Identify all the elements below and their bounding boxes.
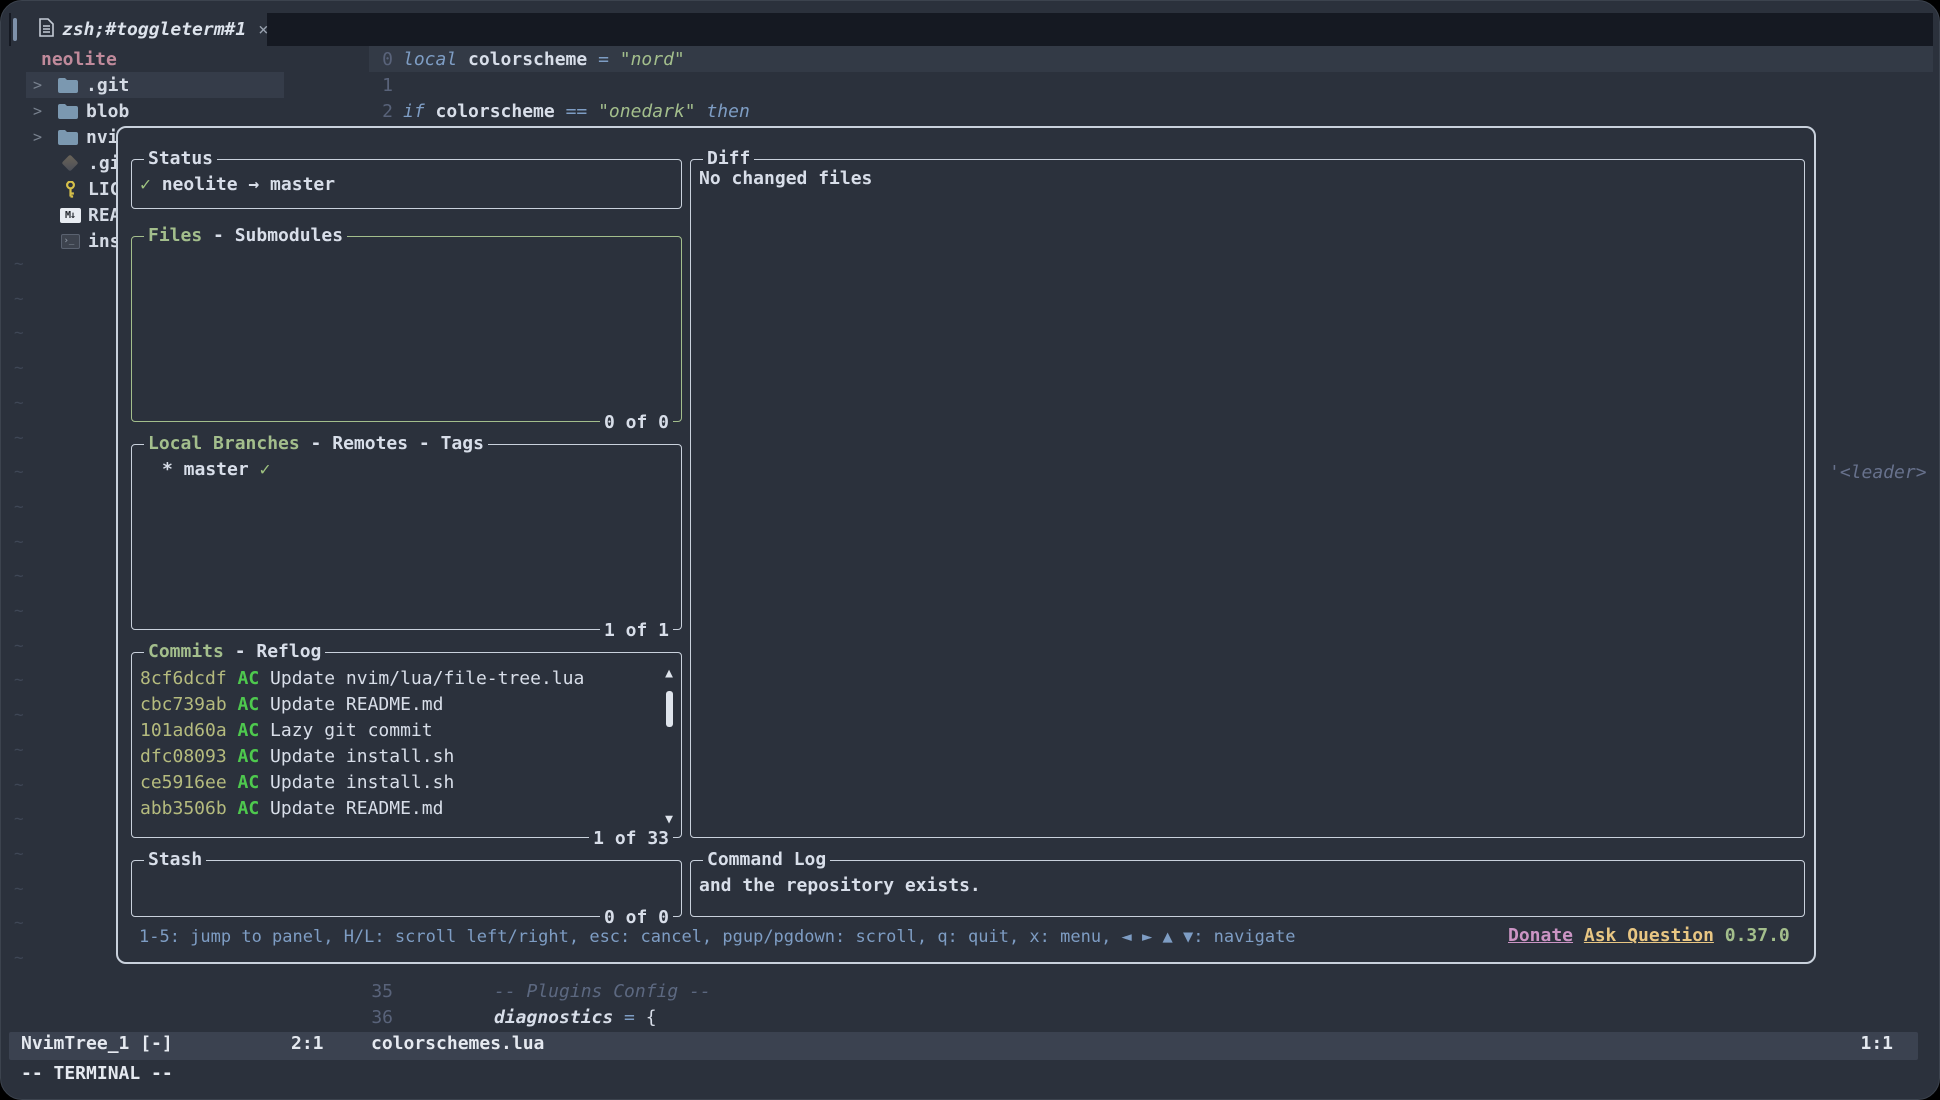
tree-item-git-folder[interactable]: > .git — [26, 72, 284, 98]
scrollbar-thumb[interactable] — [666, 691, 673, 727]
donate-link[interactable]: Donate — [1508, 925, 1573, 946]
statusline-position: 2:1 — [291, 1033, 324, 1054]
tree-item-label: .git — [86, 75, 129, 96]
commit-row[interactable]: 101ad60aACLazy git commit — [140, 717, 584, 743]
git-icon — [59, 157, 81, 169]
folder-icon — [57, 130, 79, 145]
tab-toggleterm[interactable]: zsh;#toggleterm#1 × — [11, 13, 267, 46]
scroll-down-icon[interactable]: ▼ — [661, 812, 677, 827]
chevron-right-icon[interactable]: > — [33, 102, 47, 120]
code-line[interactable]: 2 if colorscheme == "onedark" then — [341, 98, 761, 124]
tree-item-label: blob — [86, 101, 129, 122]
scroll-up-icon[interactable]: ▲ — [661, 666, 677, 681]
status-row[interactable]: ✓ neolite → master — [140, 174, 335, 195]
statusline: NvimTree_1 [-] 2:1 colorschemes.lua 1:1 — [9, 1032, 1918, 1060]
diff-content: No changed files — [699, 168, 872, 189]
statusline-buffer: NvimTree_1 [-] — [21, 1033, 173, 1054]
lazygit-command-log-panel[interactable]: Command Log and the repository exists. — [690, 860, 1805, 917]
command-log-panel-title: Command Log — [703, 849, 830, 870]
command-log-content: and the repository exists. — [699, 875, 981, 896]
commit-row[interactable]: 8cf6dcdfACUpdate nvim/lua/file-tree.lua — [140, 665, 584, 691]
lazygit-status-panel[interactable]: Status ✓ neolite → master — [131, 159, 682, 209]
tab-close-icon[interactable]: × — [258, 20, 268, 40]
stash-panel-title: Stash — [144, 849, 206, 870]
tree-root[interactable]: neolite — [26, 46, 284, 72]
commit-row[interactable]: cbc739abACUpdate README.md — [140, 691, 584, 717]
ask-question-link[interactable]: Ask Question — [1584, 925, 1714, 946]
line-number: 2 — [341, 101, 393, 122]
commits-panel-title: Commits - Reflog — [144, 641, 325, 662]
commit-row[interactable]: abb3506bACUpdate README.md — [140, 795, 584, 821]
code-line[interactable]: 36 diagnostics = { — [341, 1004, 667, 1030]
chevron-right-icon[interactable]: > — [33, 76, 47, 94]
branches-panel-title: Local Branches - Remotes - Tags — [144, 433, 488, 454]
lazygit-links: Donate Ask Question 0.37.0 — [1508, 925, 1808, 946]
empty-buffer-tildes: ~ ~ ~ ~ ~ ~ ~ ~ ~ ~ ~ ~ ~ ~ ~ ~ ~ ~ ~ ~ … — [14, 247, 24, 976]
tree-item-blob-folder[interactable]: > blob — [26, 98, 284, 124]
mode-indicator: -- TERMINAL -- — [21, 1063, 173, 1084]
files-panel-count: 0 of 0 — [600, 412, 673, 433]
line-number: 35 — [341, 981, 393, 1002]
terminal-icon: ›_ — [59, 234, 81, 249]
commits-panel-count: 1 of 33 — [589, 828, 673, 849]
commit-list: 8cf6dcdfACUpdate nvim/lua/file-tree.lua … — [140, 665, 584, 821]
keybindings-hint: 1-5: jump to panel, H/L: scroll left/rig… — [139, 927, 1296, 947]
markdown-icon: M↓ — [59, 208, 81, 223]
code-line[interactable]: 1 — [341, 72, 393, 98]
statusline-cursor: 1:1 — [1860, 1033, 1893, 1054]
statusline-filename: colorschemes.lua — [371, 1033, 544, 1054]
check-icon: ✓ — [140, 174, 151, 195]
tab-title: zsh;#toggleterm#1 — [62, 19, 246, 40]
lazygit-commits-panel[interactable]: Commits - Reflog 8cf6dcdfACUpdate nvim/l… — [131, 652, 682, 838]
key-icon — [59, 181, 81, 198]
diff-panel-title: Diff — [703, 148, 754, 169]
code-line[interactable]: 35 -- Plugins Config -- — [341, 978, 722, 1004]
lazygit-stash-panel[interactable]: Stash 0 of 0 — [131, 860, 682, 917]
lazygit-version: 0.37.0 — [1725, 925, 1790, 946]
lazygit-files-panel[interactable]: Files - Submodules 0 of 0 — [131, 236, 682, 422]
commit-row[interactable]: dfc08093ACUpdate install.sh — [140, 743, 584, 769]
lazygit-branches-panel[interactable]: Local Branches - Remotes - Tags * master… — [131, 444, 682, 630]
chevron-right-icon[interactable]: > — [33, 128, 47, 146]
tab-accent-bar — [13, 18, 17, 41]
file-icon — [39, 18, 54, 42]
branch-row[interactable]: * master ✓ — [162, 459, 270, 480]
branches-panel-count: 1 of 1 — [600, 620, 673, 641]
commit-row[interactable]: ce5916eeACUpdate install.sh — [140, 769, 584, 795]
leader-pending-hint: '<leader> — [1829, 462, 1927, 483]
lazygit-float: Status ✓ neolite → master Files - Submod… — [116, 126, 1816, 964]
status-panel-title: Status — [144, 148, 217, 169]
stash-panel-count: 0 of 0 — [600, 907, 673, 928]
folder-icon — [57, 104, 79, 119]
tabline — [9, 13, 1933, 46]
terminal-window: zsh;#toggleterm#1 × neolite > .git > blo… — [0, 0, 1940, 1100]
lazygit-diff-panel[interactable]: Diff No changed files — [690, 159, 1805, 838]
tree-item-label: nvi — [86, 127, 119, 148]
line-number: 0 — [341, 49, 393, 70]
check-icon: ✓ — [260, 459, 271, 480]
code-line[interactable]: 0 local colorscheme = "nord" — [341, 46, 696, 72]
files-panel-title: Files - Submodules — [144, 225, 347, 246]
line-number: 36 — [341, 1007, 393, 1028]
tree-root-label: neolite — [41, 49, 117, 70]
folder-icon — [57, 78, 79, 93]
status-branch-text: neolite → master — [162, 174, 335, 195]
